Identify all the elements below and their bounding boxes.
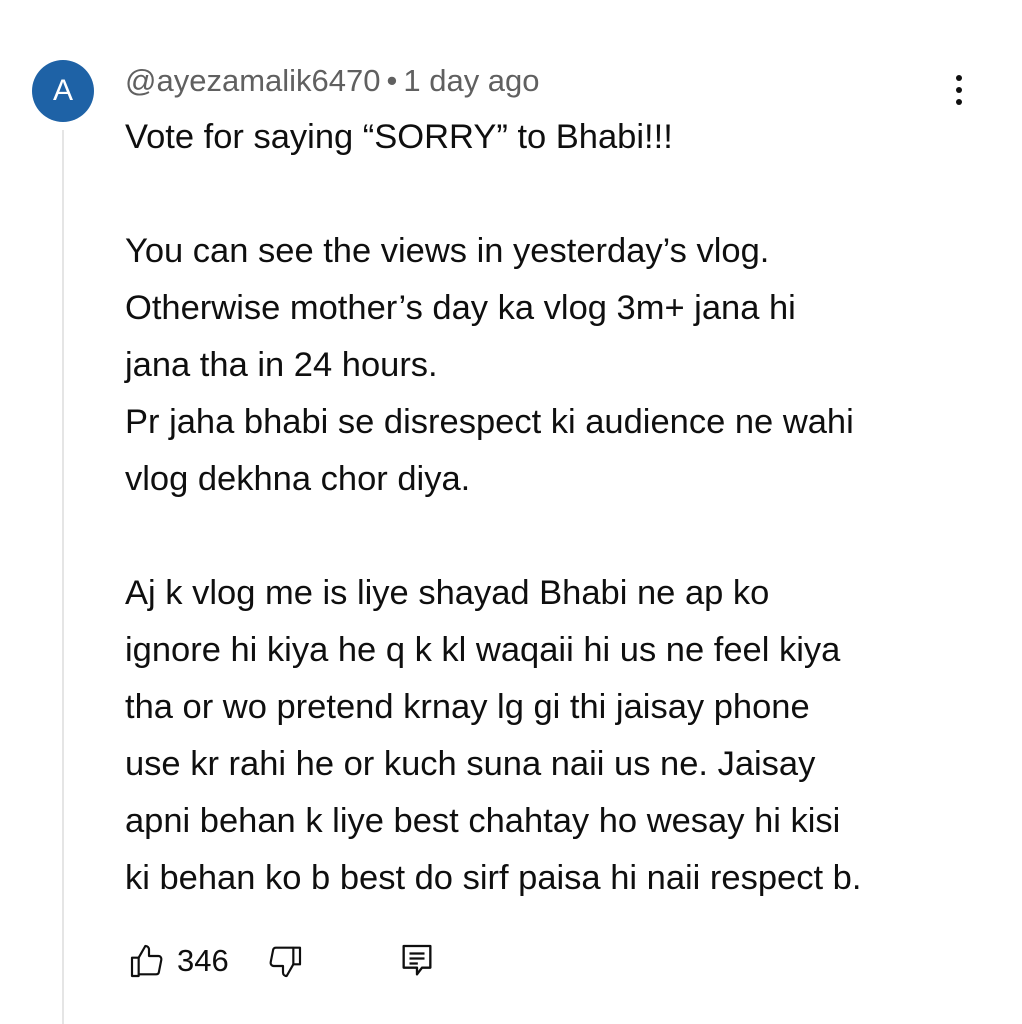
avatar-letter: A [52,74,73,107]
reply-comment-icon [402,944,432,976]
like-count: 346 [177,943,229,978]
avatar[interactable]: A [32,60,94,122]
more-vert-icon-dot [956,87,962,93]
comment-paragraph-1: Vote for saying “SORRY” to Bhabi!!! [125,118,673,156]
thread-line [62,130,64,1024]
thumbs-down-icon [269,946,301,978]
comment-paragraph-2: You can see the views in yesterday’s vlo… [125,232,854,498]
comment-body: Vote for saying “SORRY” to Bhabi!!! You … [125,109,985,907]
comment-header: @ayezamalik6470 • 1 day ago [125,62,540,100]
comment-actions: 346 [125,937,439,985]
more-vert-icon [956,75,962,81]
separator-dot: • [386,63,398,98]
thumbs-up-icon [130,944,163,978]
like-button[interactable] [125,939,169,983]
more-options-button[interactable] [940,66,978,114]
reply-button[interactable] [395,939,439,983]
author-handle[interactable]: @ayezamalik6470 [125,63,381,98]
comment-paragraph-3: Aj k vlog me is liye shayad Bhabi ne ap … [125,574,862,897]
more-vert-icon-dot [956,99,962,105]
timestamp[interactable]: 1 day ago [403,63,539,98]
dislike-button[interactable] [263,939,307,983]
